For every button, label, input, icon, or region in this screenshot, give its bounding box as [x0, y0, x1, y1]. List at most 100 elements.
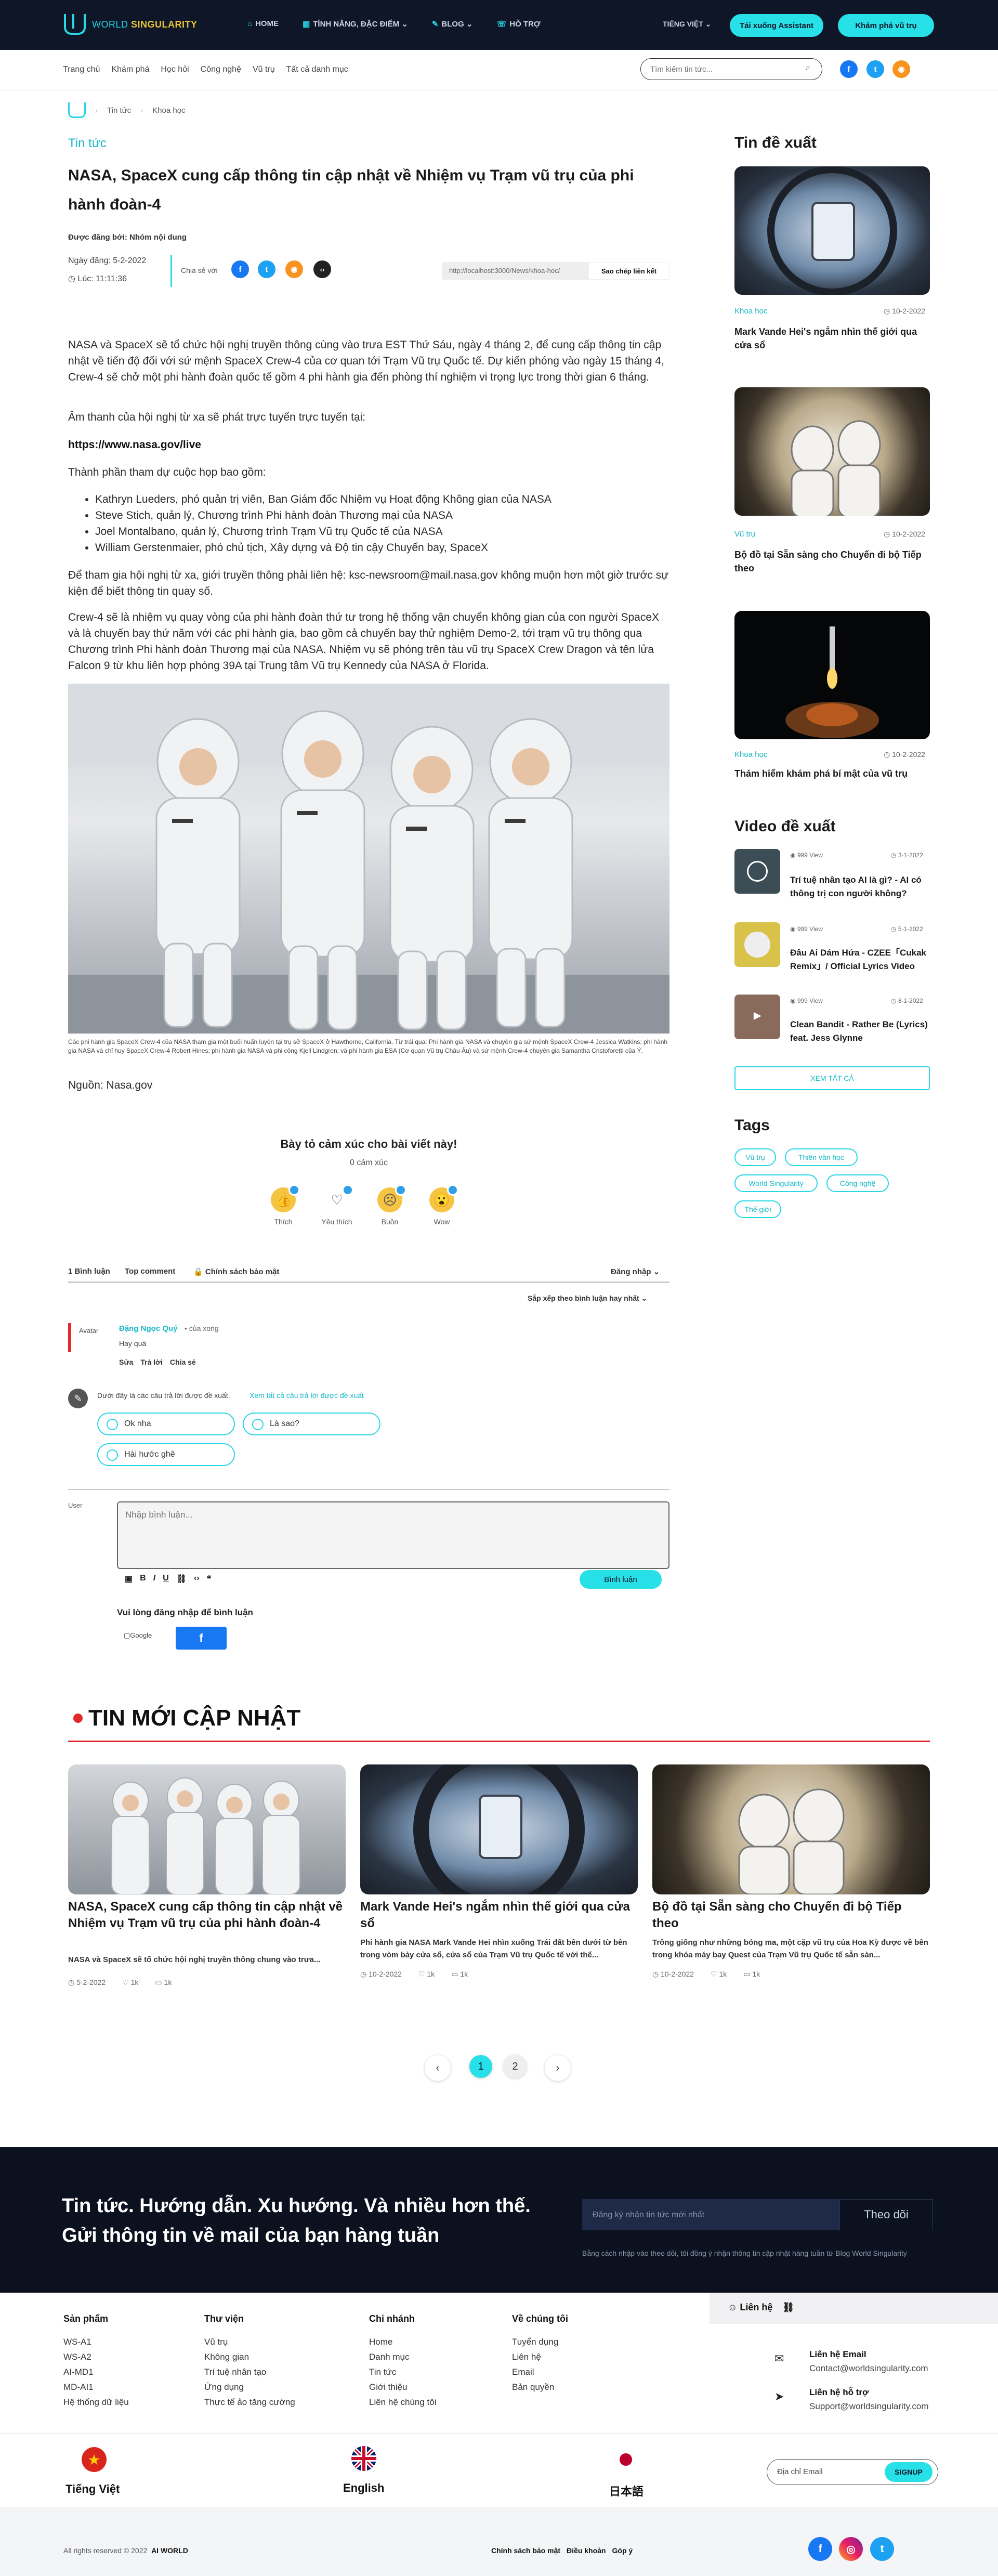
footer-link[interactable]: Thực tế ảo tăng cường: [204, 2395, 295, 2410]
nav-blog[interactable]: ✎ BLOG ⌄: [432, 19, 473, 29]
copy-link-button[interactable]: Sao chép liên kết: [588, 262, 669, 280]
search-input[interactable]: [640, 58, 822, 80]
lang-vietnamese[interactable]: Tiếng Việt: [65, 2482, 120, 2496]
comment-icon[interactable]: ▭ 1k: [155, 1978, 172, 1987]
bold-icon[interactable]: B: [140, 1574, 146, 1584]
nav-home[interactable]: ⌂ HOME: [247, 19, 279, 29]
suggest-link[interactable]: Xem tất cả câu trả lời được đề xuất: [250, 1391, 364, 1400]
rss-icon[interactable]: ◉: [892, 60, 910, 78]
prev-page-button[interactable]: ‹: [425, 2055, 451, 2081]
login-dropdown[interactable]: Đăng nhập ⌄: [611, 1267, 660, 1276]
see-all-videos-button[interactable]: XEM TẤT CẢ: [734, 1066, 930, 1090]
footer-link[interactable]: Email: [512, 2364, 558, 2379]
footer-link[interactable]: Tuyển dụng: [512, 2334, 558, 2349]
download-assistant-button[interactable]: Tải xuống Assistant: [730, 14, 823, 37]
subnav-tech[interactable]: Công nghệ: [201, 65, 241, 74]
featured-category[interactable]: Khoa học: [734, 750, 767, 759]
featured-title-link[interactable]: Thám hiểm khám phá bí mật của vũ trụ: [734, 767, 932, 780]
vietnam-flag-icon[interactable]: ★: [82, 2447, 107, 2472]
subnav-universe[interactable]: Vũ trụ: [253, 65, 275, 74]
featured-image[interactable]: [734, 387, 930, 516]
share-embed-icon[interactable]: ‹›: [313, 260, 331, 278]
page-2-button[interactable]: 2: [504, 2055, 527, 2078]
tag-pill[interactable]: Vũ trụ: [734, 1148, 776, 1166]
home-logo-icon[interactable]: [68, 102, 86, 118]
tag-pill[interactable]: Thiên văn học: [785, 1148, 858, 1166]
edit-button[interactable]: Sửa: [119, 1358, 133, 1366]
subnav-learn[interactable]: Học hỏi: [161, 65, 189, 74]
like-icon[interactable]: ♡ 1k: [122, 1978, 138, 1987]
reaction-sad[interactable]: ☹ Buồn: [374, 1184, 406, 1226]
footer-twitter-icon[interactable]: t: [870, 2537, 894, 2561]
footer-link[interactable]: Danh mục: [369, 2349, 437, 2364]
footer-link[interactable]: MD-AI1: [63, 2379, 129, 2395]
featured-title-link[interactable]: Mark Vande Hei's ngắm nhìn thế giới qua …: [734, 325, 932, 352]
nav-support[interactable]: ☏ HỖ TRỢ: [497, 19, 541, 29]
nav-features[interactable]: ▦ TÍNH NĂNG, ĐẶC ĐIỂM ⌄: [303, 19, 408, 29]
footer-link[interactable]: Liên hệ chúng tôi: [369, 2395, 437, 2410]
reaction-love[interactable]: ♡ Yêu thích: [316, 1184, 358, 1226]
footer-link[interactable]: Trí tuệ nhân tạo: [204, 2364, 295, 2379]
video-thumbnail[interactable]: [734, 849, 780, 894]
footer-link[interactable]: WS-A2: [63, 2349, 129, 2364]
terms-link[interactable]: Điều khoản: [567, 2546, 606, 2555]
next-page-button[interactable]: ›: [545, 2055, 571, 2081]
subnav-all[interactable]: Tất cả danh mục: [286, 65, 348, 74]
japan-flag-icon[interactable]: [613, 2447, 638, 2472]
privacy-policy-link[interactable]: Chính sách bảo mật: [491, 2546, 560, 2555]
subscribe-button[interactable]: Theo dõi: [839, 2199, 933, 2230]
top-comment-tab[interactable]: Top comment: [125, 1267, 175, 1276]
suggest-option[interactable]: Ok nha: [97, 1413, 235, 1435]
search-icon[interactable]: ⌕: [806, 63, 810, 73]
video-thumbnail[interactable]: [734, 922, 780, 967]
news-card-title[interactable]: Mark Vande Hei's ngắm nhìn thế giới qua …: [360, 1899, 638, 1932]
page-1-button[interactable]: 1: [469, 2055, 492, 2078]
footer-link[interactable]: Bản quyền: [512, 2379, 558, 2395]
live-link[interactable]: https://www.nasa.gov/live: [68, 437, 671, 453]
quote-icon[interactable]: ❝: [207, 1574, 212, 1584]
italic-icon[interactable]: I: [153, 1574, 155, 1584]
footer-link[interactable]: AI-MD1: [63, 2364, 129, 2379]
uk-flag-icon[interactable]: [351, 2446, 376, 2471]
reaction-like[interactable]: 👍 Thích: [268, 1184, 300, 1226]
share-twitter-icon[interactable]: t: [258, 260, 275, 278]
article-category[interactable]: Tin tức: [68, 136, 107, 151]
comment-icon[interactable]: ▭ 1k: [743, 1970, 760, 1979]
share-button[interactable]: Chia sẻ: [170, 1358, 196, 1366]
link-icon[interactable]: ⛓: [176, 1574, 187, 1584]
lang-english[interactable]: English: [343, 2481, 384, 2495]
tag-pill[interactable]: Thế giới: [734, 1200, 781, 1218]
footer-link[interactable]: Không gian: [204, 2349, 295, 2364]
image-icon[interactable]: ▣: [125, 1574, 133, 1584]
featured-image[interactable]: [734, 611, 930, 739]
news-card-title[interactable]: Bộ đồ tại Sẵn sàng cho Chuyến đi bộ Tiếp…: [652, 1899, 930, 1932]
featured-category[interactable]: Khoa học: [734, 307, 767, 316]
footer-link[interactable]: Hệ thống dữ liệu: [63, 2395, 129, 2410]
featured-image[interactable]: [734, 166, 930, 295]
comment-author[interactable]: Đặng Ngọc Quý: [119, 1324, 178, 1333]
featured-category[interactable]: Vũ trụ: [734, 530, 755, 539]
explore-universe-button[interactable]: Khám phá vũ trụ: [838, 14, 934, 37]
video-title-link[interactable]: Clean Bandit - Rather Be (Lyrics) feat. …: [790, 1018, 930, 1045]
submit-comment-button[interactable]: Bình luận: [580, 1570, 662, 1589]
lang-japanese[interactable]: 日本語: [609, 2482, 644, 2499]
code-icon[interactable]: ‹›: [194, 1574, 200, 1584]
footer-link[interactable]: Home: [369, 2334, 437, 2349]
privacy-link[interactable]: 🔒 Chính sách bảo mật: [193, 1267, 279, 1276]
news-card-title[interactable]: NASA, SpaceX cung cấp thông tin cập nhật…: [68, 1899, 346, 1932]
video-thumbnail[interactable]: ▶: [734, 995, 780, 1039]
news-card-image[interactable]: [652, 1764, 930, 1894]
twitter-icon[interactable]: t: [866, 60, 884, 78]
facebook-icon[interactable]: f: [840, 60, 858, 78]
share-facebook-icon[interactable]: f: [231, 260, 249, 278]
sort-dropdown[interactable]: Sắp xếp theo bình luận hay nhất ⌄: [528, 1294, 647, 1303]
newsletter-email-input[interactable]: Đăng ký nhận tin tức mới nhất: [582, 2199, 839, 2230]
footer-link[interactable]: Ứng dụng: [204, 2379, 295, 2395]
share-link-field[interactable]: http://localhost:3000/News/khoa-hoc/: [442, 262, 588, 280]
underline-icon[interactable]: U: [163, 1574, 169, 1584]
reaction-wow[interactable]: 😮 Wow: [426, 1184, 458, 1226]
subnav-home[interactable]: Trang chủ: [63, 65, 100, 74]
suggest-option[interactable]: Hài hước ghê: [97, 1443, 235, 1466]
footer-link[interactable]: Vũ trụ: [204, 2334, 295, 2349]
like-icon[interactable]: ♡ 1k: [418, 1970, 435, 1979]
